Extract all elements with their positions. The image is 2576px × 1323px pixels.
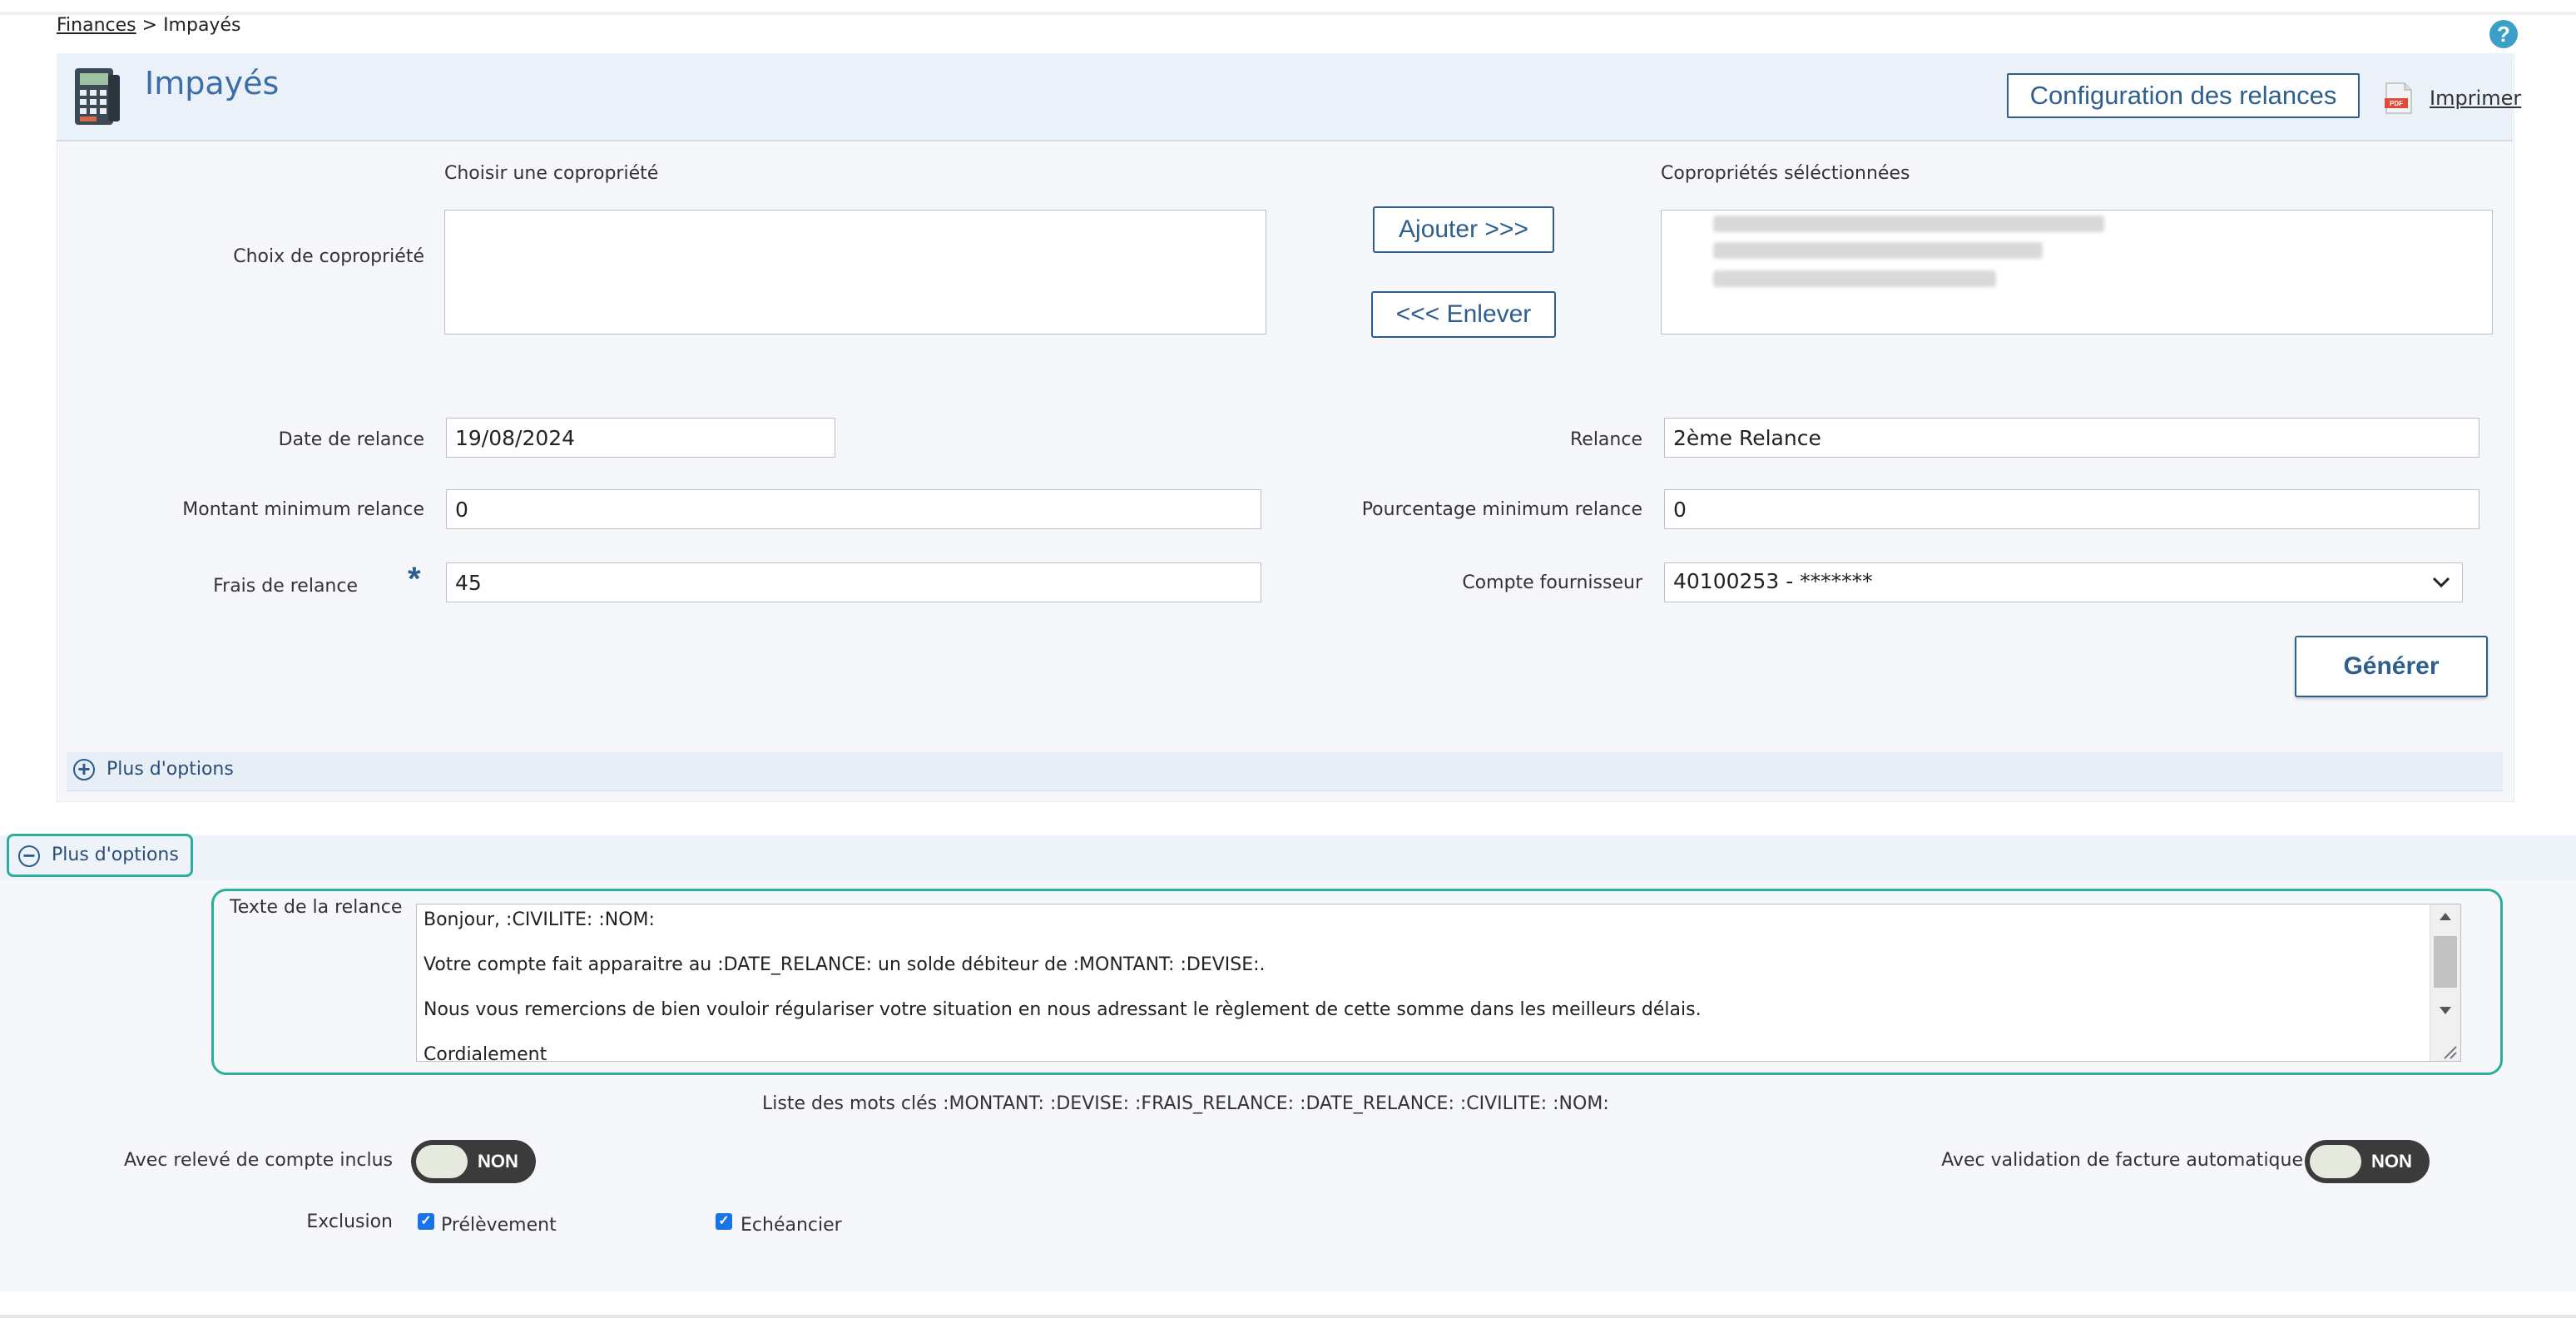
breadcrumb-link-finances[interactable]: Finances xyxy=(57,15,136,36)
choose-coprop-heading: Choisir une copropriété xyxy=(444,163,659,184)
validation-facture-label: Avec validation de facture automatique xyxy=(1941,1150,2303,1171)
releve-compte-toggle[interactable]: NON xyxy=(411,1140,536,1183)
highlight-relance-text xyxy=(211,889,2503,1075)
coprop-choice-label: Choix de copropriété xyxy=(233,246,424,267)
validation-facture-toggle[interactable]: NON xyxy=(2305,1140,2430,1183)
compte-fournisseur-label: Compte fournisseur xyxy=(1462,572,1642,593)
required-marker: * xyxy=(408,561,421,597)
echeancier-label: Echéancier xyxy=(741,1215,842,1236)
toggle-state-label: NON xyxy=(2371,1151,2412,1172)
pdf-badge-text: PDF xyxy=(2390,100,2403,107)
compte-fournisseur-value: 40100253 - ******* xyxy=(1673,569,1873,593)
frais-relance-input[interactable] xyxy=(446,562,1261,602)
prelevement-checkbox[interactable]: ✓ xyxy=(418,1213,434,1230)
selected-item-redacted[interactable] xyxy=(1713,270,1996,287)
coprop-available-list[interactable] xyxy=(444,210,1266,334)
more-options-expanded-bar xyxy=(0,835,2576,880)
calculator-icon xyxy=(75,68,120,125)
relance-label: Relance xyxy=(1569,429,1642,450)
pdf-icon[interactable]: PDF xyxy=(2385,82,2413,115)
breadcrumb: Finances > Impayés xyxy=(57,15,240,36)
date-relance-label: Date de relance xyxy=(278,429,424,450)
echeancier-checkbox[interactable]: ✓ xyxy=(716,1213,732,1230)
toggle-knob xyxy=(2310,1145,2361,1178)
expand-plus-icon[interactable]: + xyxy=(73,758,95,780)
generate-button[interactable]: Générer xyxy=(2295,636,2488,697)
toggle-state-label: NON xyxy=(478,1151,518,1172)
date-relance-input[interactable] xyxy=(446,418,835,458)
config-relances-button[interactable]: Configuration des relances xyxy=(2007,73,2360,118)
more-options-bar xyxy=(67,752,2503,791)
selected-item-redacted[interactable] xyxy=(1713,216,2104,232)
add-coprop-button[interactable]: Ajouter >>> xyxy=(1373,206,1554,253)
page-title: Impayés xyxy=(145,65,280,102)
toggle-knob xyxy=(416,1145,468,1178)
frais-relance-label: Frais de relance xyxy=(213,576,358,597)
more-options-toggle[interactable]: Plus d'options xyxy=(107,759,234,780)
top-divider xyxy=(0,12,2576,15)
exclusion-label: Exclusion xyxy=(306,1212,393,1232)
breadcrumb-separator: > xyxy=(136,15,164,36)
print-link[interactable]: Imprimer xyxy=(2430,87,2521,110)
remove-coprop-button[interactable]: <<< Enlever xyxy=(1371,291,1556,338)
relance-input[interactable] xyxy=(1664,418,2479,458)
chevron-down-icon xyxy=(2432,577,2450,588)
prelevement-label: Prélèvement xyxy=(441,1215,557,1236)
breadcrumb-current: Impayés xyxy=(163,15,241,36)
montant-minimum-label: Montant minimum relance xyxy=(182,499,424,520)
keywords-list: Liste des mots clés :MONTANT: :DEVISE: :… xyxy=(762,1093,1609,1114)
pourcentage-minimum-input[interactable] xyxy=(1664,489,2479,529)
montant-minimum-input[interactable] xyxy=(446,489,1261,529)
releve-compte-label: Avec relevé de compte inclus xyxy=(124,1150,393,1171)
pourcentage-minimum-label: Pourcentage minimum relance xyxy=(1361,499,1642,520)
bottom-divider xyxy=(0,1315,2576,1318)
highlight-more-options xyxy=(7,834,193,877)
selected-coprop-heading: Copropriétés séléctionnées xyxy=(1661,163,1910,184)
compte-fournisseur-select[interactable]: 40100253 - ******* xyxy=(1664,562,2463,602)
coprop-selected-list[interactable] xyxy=(1661,210,2493,334)
help-icon[interactable]: ? xyxy=(2489,20,2518,48)
selected-item-redacted[interactable] xyxy=(1713,242,2043,259)
